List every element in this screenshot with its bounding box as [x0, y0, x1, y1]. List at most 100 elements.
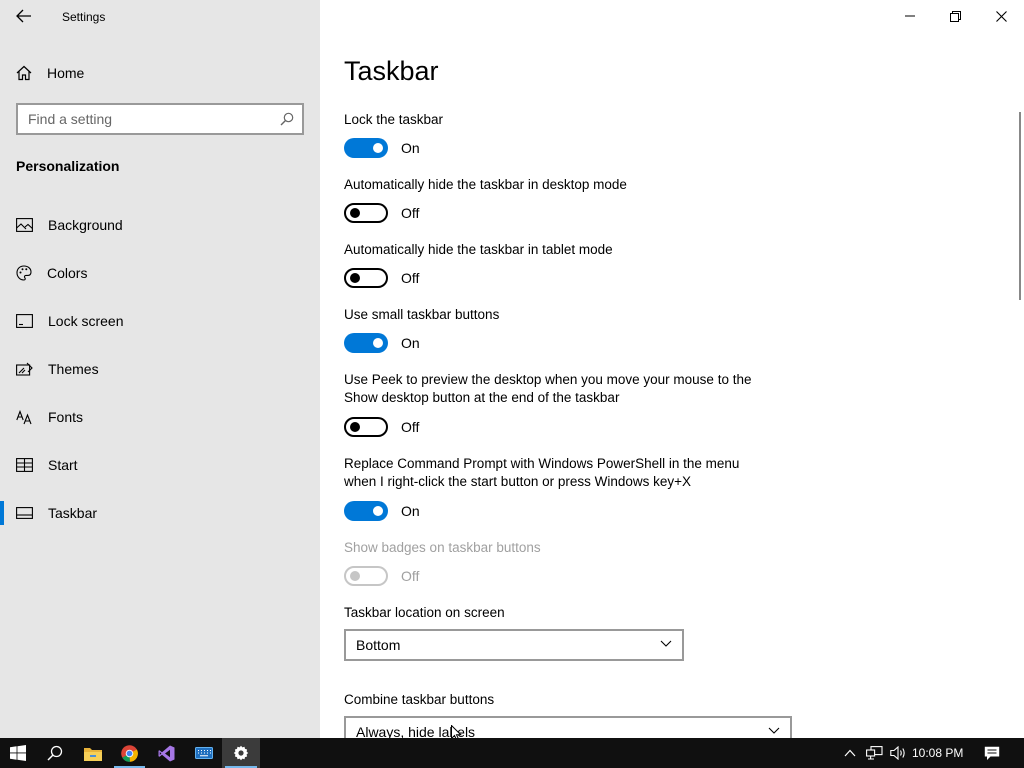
nav-item-label: Colors: [47, 265, 88, 281]
palette-icon: [16, 265, 32, 281]
taskbar-app-file-explorer[interactable]: [74, 738, 111, 768]
toggle-switch[interactable]: [344, 203, 388, 223]
chevron-up-icon: [844, 749, 856, 757]
setting-label-peek: Use Peek to preview the desktop when you…: [344, 371, 751, 407]
image-icon: [16, 218, 33, 232]
search-box[interactable]: [16, 103, 304, 135]
toggle-switch: [344, 566, 388, 586]
scrollbar[interactable]: [1019, 112, 1021, 300]
minimize-button[interactable]: [887, 0, 933, 32]
toggle-peek[interactable]: Off: [344, 417, 419, 437]
setting-label-lock-taskbar: Lock the taskbar: [344, 112, 444, 127]
toggle-state: On: [401, 335, 420, 351]
nav-item-lock-screen[interactable]: Lock screen: [0, 297, 320, 345]
setting-label-powershell: Replace Command Prompt with Windows Powe…: [344, 455, 739, 491]
nav-item-background[interactable]: Background: [0, 201, 320, 249]
taskbar-search-button[interactable]: [36, 738, 74, 768]
toggle-switch[interactable]: [344, 501, 388, 521]
nav-item-label: Start: [48, 457, 78, 473]
chevron-down-icon: [660, 640, 672, 647]
volume-button[interactable]: [886, 738, 910, 768]
nav-item-themes[interactable]: Themes: [0, 345, 320, 393]
windows-start-icon: [10, 745, 26, 761]
setting-label-line: when I right-click the start button or p…: [344, 474, 692, 489]
setting-label-small-buttons: Use small taskbar buttons: [344, 307, 500, 322]
navigation-pane: Settings Home Personalization Background: [0, 0, 320, 738]
toggle-autohide-desktop[interactable]: Off: [344, 203, 419, 223]
toggle-state: On: [401, 503, 420, 519]
nav-item-label: Fonts: [48, 409, 84, 425]
taskbar-location-dropdown[interactable]: Bottom: [344, 629, 684, 661]
section-heading: Personalization: [16, 158, 120, 174]
search-input[interactable]: [18, 105, 274, 133]
setting-label-taskbar-location: Taskbar location on screen: [344, 605, 505, 620]
toggle-state: Off: [401, 419, 420, 435]
toggle-state: Off: [401, 270, 420, 286]
toggle-knob: [373, 143, 383, 153]
file-explorer-icon: [83, 747, 102, 761]
toggle-small-buttons[interactable]: On: [344, 333, 420, 353]
taskbar-icon: [16, 507, 33, 519]
themes-icon: [16, 362, 33, 376]
volume-icon: [890, 746, 905, 760]
back-button[interactable]: [10, 4, 38, 28]
lock-screen-icon: [16, 314, 33, 328]
minimize-icon: [905, 15, 915, 17]
search-icon[interactable]: [280, 112, 294, 126]
home-icon: [16, 65, 32, 81]
nav-item-taskbar[interactable]: Taskbar: [0, 489, 320, 537]
taskbar-app-settings[interactable]: [222, 738, 260, 768]
notification-icon: [984, 746, 1000, 760]
dropdown-value: Bottom: [356, 637, 401, 653]
toggle-knob: [350, 422, 360, 432]
setting-label-badges: Show badges on taskbar buttons: [344, 540, 541, 555]
nav-item-label: Background: [48, 217, 123, 233]
taskbar-app-visual-studio[interactable]: [148, 738, 185, 768]
nav-item-start[interactable]: Start: [0, 441, 320, 489]
taskbar-app-keyboard[interactable]: [185, 738, 222, 768]
setting-label-combine-buttons: Combine taskbar buttons: [344, 692, 495, 707]
chevron-down-icon: [768, 727, 780, 734]
search-icon: [47, 745, 63, 761]
settings-gear-icon: [233, 745, 249, 761]
toggle-switch[interactable]: [344, 333, 388, 353]
toggle-switch[interactable]: [344, 268, 388, 288]
taskbar-app-chrome[interactable]: [111, 738, 148, 768]
toggle-knob: [350, 208, 360, 218]
toggle-powershell[interactable]: On: [344, 501, 420, 521]
keyboard-icon: [194, 747, 213, 759]
toggle-state: Off: [401, 205, 420, 221]
restore-button[interactable]: [932, 0, 978, 32]
chrome-icon: [121, 744, 138, 762]
app-title: Settings: [62, 10, 106, 24]
toggle-state: On: [401, 140, 420, 156]
toggle-knob: [373, 338, 383, 348]
nav-item-label: Themes: [48, 361, 99, 377]
toggle-state: Off: [401, 568, 420, 584]
toggle-knob: [350, 571, 360, 581]
setting-label-autohide-desktop: Automatically hide the taskbar in deskto…: [344, 177, 627, 192]
restore-icon: [949, 10, 961, 22]
page-title: Taskbar: [344, 56, 439, 86]
setting-label-autohide-tablet: Automatically hide the taskbar in tablet…: [344, 242, 613, 257]
close-button[interactable]: [978, 0, 1024, 32]
toggle-switch[interactable]: [344, 417, 388, 437]
toggle-knob: [350, 273, 360, 283]
nav-item-colors[interactable]: Colors: [0, 249, 320, 297]
network-button[interactable]: [862, 738, 886, 768]
taskbar-clock[interactable]: 10:08 PM: [912, 746, 963, 760]
toggle-autohide-tablet[interactable]: Off: [344, 268, 419, 288]
start-button[interactable]: [0, 738, 36, 768]
nav-item-fonts[interactable]: Fonts: [0, 393, 320, 441]
setting-label-line: Use Peek to preview the desktop when you…: [344, 372, 752, 387]
fonts-icon: [16, 409, 32, 424]
toggle-switch[interactable]: [344, 138, 388, 158]
toggle-knob: [373, 506, 383, 516]
show-hidden-icons-button[interactable]: [838, 738, 862, 768]
toggle-lock-taskbar[interactable]: On: [344, 138, 420, 158]
nav-list: Background Colors Lock screen Themes Fon…: [0, 201, 320, 537]
home-label: Home: [47, 65, 85, 81]
home-link[interactable]: Home: [16, 62, 84, 84]
action-center-button[interactable]: [978, 738, 1006, 768]
network-icon: [865, 746, 883, 760]
